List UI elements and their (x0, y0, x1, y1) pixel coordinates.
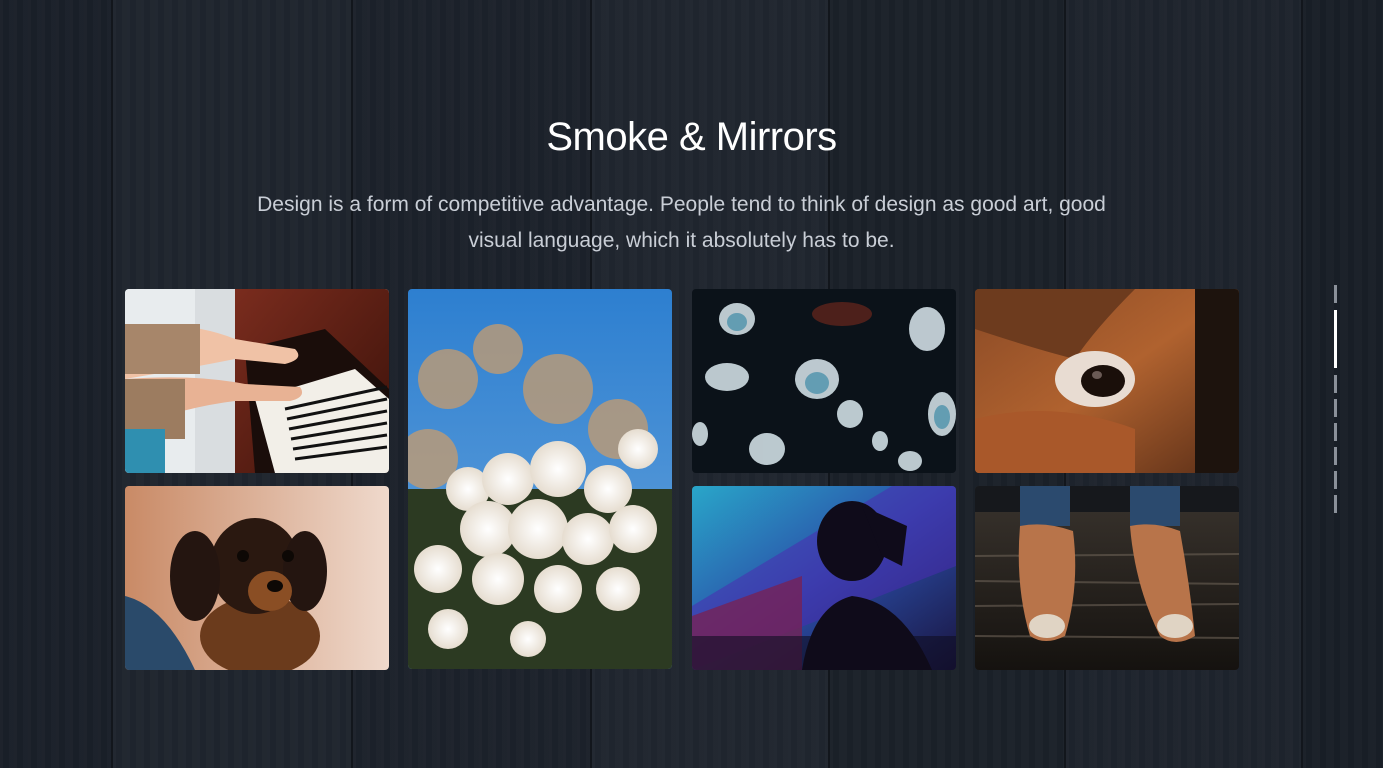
dog-image (125, 486, 389, 670)
pager-dot[interactable] (1334, 447, 1337, 465)
gallery-image-person[interactable] (692, 486, 956, 670)
gallery-image-flowers[interactable] (408, 289, 672, 669)
section-subtitle: Design is a form of competitive advantag… (257, 193, 1106, 252)
pager-dot-active[interactable] (1334, 310, 1337, 368)
gallery-image-shoes[interactable] (975, 486, 1239, 670)
piano-image (125, 289, 389, 473)
gallery-image-dog[interactable] (125, 486, 389, 670)
person-image (692, 486, 956, 670)
pager-dot[interactable] (1334, 495, 1337, 513)
pager-dot[interactable] (1334, 399, 1337, 417)
vertical-pager (1333, 285, 1339, 515)
shoes-image (975, 486, 1239, 670)
gallery-image-horse[interactable] (975, 289, 1239, 473)
pager-dot[interactable] (1334, 285, 1337, 303)
gallery-image-piano[interactable] (125, 289, 389, 473)
page: Smoke & Mirrors Design is a form of comp… (0, 0, 1383, 768)
pager-dot[interactable] (1334, 375, 1337, 393)
pager-dot[interactable] (1334, 471, 1337, 489)
gallery-image-jellyfish[interactable] (692, 289, 956, 473)
pager-dot[interactable] (1334, 423, 1337, 441)
flowers-image (408, 289, 672, 669)
jellyfish-image (692, 289, 956, 473)
horse-image (975, 289, 1239, 473)
section-title: Smoke & Mirrors (546, 115, 837, 159)
